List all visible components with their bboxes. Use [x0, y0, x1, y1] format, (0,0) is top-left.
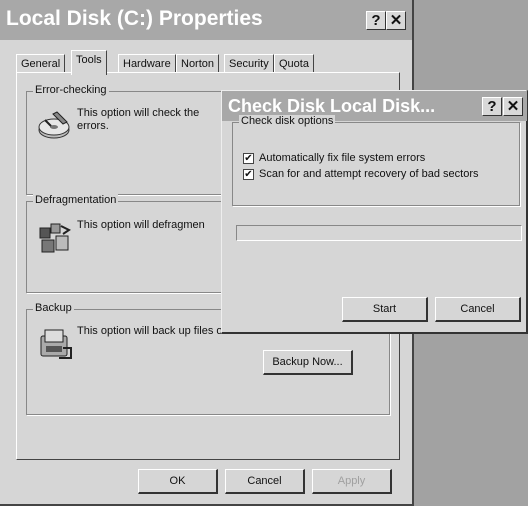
check-disk-cancel-button[interactable]: Cancel	[435, 297, 521, 322]
check-disk-options-label: Check disk options	[239, 115, 336, 127]
check-disk-title: Check Disk Local Disk...	[228, 96, 436, 116]
tab-norton[interactable]: Norton	[176, 54, 220, 74]
check-disk-help-button[interactable]: ?	[482, 97, 502, 116]
scan-bad-sectors-checkbox[interactable]: ✔	[243, 169, 254, 180]
check-disk-progress-bar	[236, 225, 522, 241]
close-icon: ✕	[389, 12, 403, 29]
disk-check-icon	[38, 111, 70, 139]
auto-fix-checkbox[interactable]: ✔	[243, 153, 254, 164]
tab-quota[interactable]: Quota	[274, 54, 314, 74]
close-icon: ✕	[506, 98, 520, 115]
backup-now-button[interactable]: Backup Now...	[263, 350, 353, 375]
defragmentation-label: Defragmentation	[33, 194, 119, 206]
tab-hardware[interactable]: Hardware	[118, 54, 176, 74]
error-checking-desc-2: errors.	[77, 120, 109, 132]
ok-button[interactable]: OK	[138, 469, 218, 494]
backup-label: Backup	[33, 302, 74, 314]
backup-icon	[40, 329, 72, 359]
close-button[interactable]: ✕	[386, 11, 406, 30]
tab-tools[interactable]: Tools	[71, 50, 107, 75]
apply-button[interactable]: Apply	[312, 469, 392, 494]
check-disk-close-button[interactable]: ✕	[503, 97, 523, 116]
checkmark-icon: ✔	[244, 153, 253, 164]
defragment-icon	[39, 223, 71, 253]
window-titlebar[interactable]: Local Disk (C:) Properties	[0, 0, 412, 40]
scan-bad-sectors-label: Scan for and attempt recovery of bad sec…	[259, 168, 479, 180]
checkmark-icon: ✔	[244, 169, 253, 180]
error-checking-desc-1: This option will check the	[77, 107, 200, 119]
cancel-button[interactable]: Cancel	[225, 469, 305, 494]
start-button[interactable]: Start	[342, 297, 428, 322]
check-disk-dialog: Check Disk Local Disk... ? ✕ Check disk …	[221, 90, 528, 334]
defragmentation-desc: This option will defragmen	[77, 219, 205, 231]
tab-general[interactable]: General	[16, 54, 66, 74]
help-button[interactable]: ?	[366, 11, 386, 30]
error-checking-label: Error-checking	[33, 84, 109, 96]
window-title: Local Disk (C:) Properties	[6, 7, 263, 30]
auto-fix-label: Automatically fix file system errors	[259, 152, 426, 164]
check-disk-options-group: Check disk options ✔ Automatically fix f…	[232, 115, 520, 206]
tab-security[interactable]: Security	[224, 54, 274, 74]
